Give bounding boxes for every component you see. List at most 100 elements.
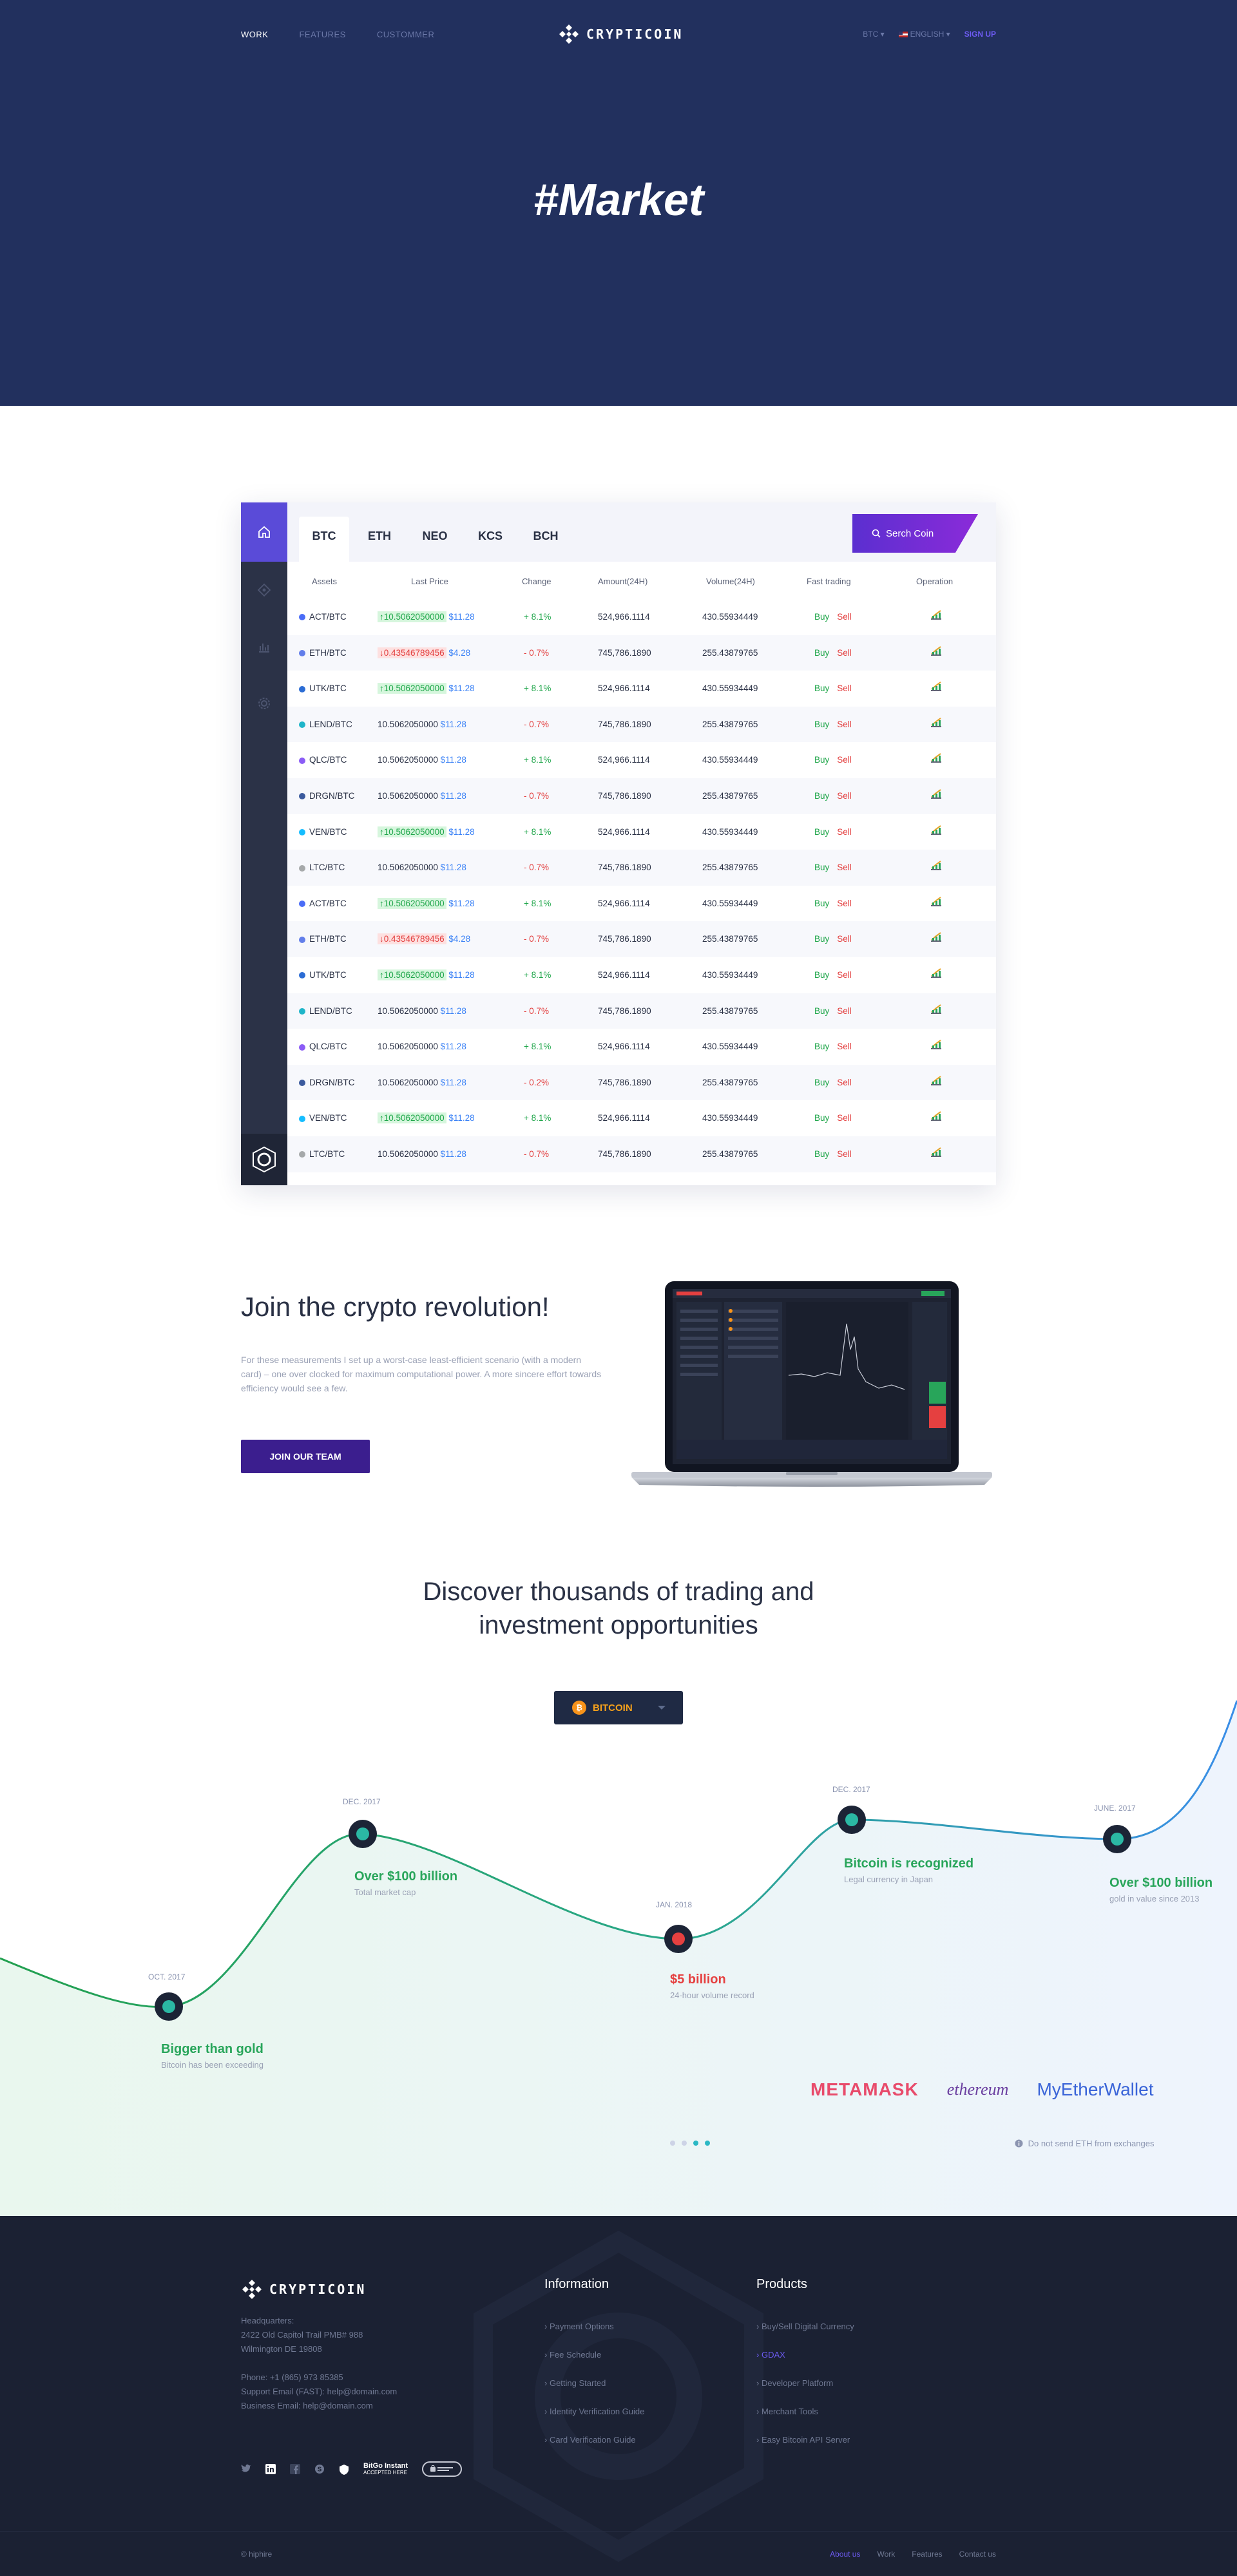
sell-button[interactable]: Sell bbox=[837, 755, 852, 765]
buy-button[interactable]: Buy bbox=[814, 720, 829, 729]
sell-button[interactable]: Sell bbox=[837, 1078, 852, 1087]
sell-button[interactable]: Sell bbox=[837, 863, 852, 872]
twitter-icon[interactable] bbox=[241, 2464, 251, 2474]
linkedin-icon[interactable] bbox=[265, 2464, 276, 2474]
buy-button[interactable]: Buy bbox=[814, 1042, 829, 1051]
ethereum-logo[interactable]: ethereum bbox=[947, 2080, 1009, 2099]
features-link[interactable]: Features bbox=[912, 2550, 942, 2559]
sell-button[interactable]: Sell bbox=[837, 934, 852, 944]
join-team-button[interactable]: JOIN OUR TEAM bbox=[241, 1440, 370, 1473]
sell-button[interactable]: Sell bbox=[837, 612, 852, 622]
tab-neo[interactable]: NEO bbox=[410, 517, 460, 562]
table-row[interactable]: DRGN/BTC 10.5062050000 $11.28 - 0.2% 745,78… bbox=[287, 1064, 996, 1101]
sell-button[interactable]: Sell bbox=[837, 1006, 852, 1016]
footer-link[interactable]: Developer Platform bbox=[756, 2369, 854, 2398]
trade-chart-icon[interactable] bbox=[930, 860, 942, 870]
work-link[interactable]: Work bbox=[877, 2550, 895, 2559]
milestone-marker-5[interactable] bbox=[1103, 1825, 1131, 1853]
carousel-dot-1[interactable] bbox=[670, 2141, 675, 2146]
buy-button[interactable]: Buy bbox=[814, 648, 829, 658]
buy-button[interactable]: Buy bbox=[814, 863, 829, 872]
buy-button[interactable]: Buy bbox=[814, 755, 829, 765]
footer-link[interactable]: Fee Schedule bbox=[544, 2341, 644, 2369]
trade-chart-icon[interactable] bbox=[930, 645, 942, 656]
milestone-marker-2[interactable] bbox=[349, 1820, 377, 1848]
buy-button[interactable]: Buy bbox=[814, 1149, 829, 1159]
buy-button[interactable]: Buy bbox=[814, 1006, 829, 1016]
milestone-marker-1[interactable] bbox=[155, 1992, 183, 2021]
sell-button[interactable]: Sell bbox=[837, 1113, 852, 1123]
buy-button[interactable]: Buy bbox=[814, 1113, 829, 1123]
search-coin-button[interactable]: Serch Coin bbox=[852, 514, 978, 553]
tab-btc[interactable]: BTC bbox=[299, 517, 349, 562]
carousel-dot-3[interactable] bbox=[693, 2141, 698, 2146]
milestone-marker-4[interactable] bbox=[838, 1806, 866, 1834]
buy-button[interactable]: Buy bbox=[814, 791, 829, 801]
coin-select[interactable]: ₿ BITCOIN bbox=[554, 1691, 683, 1724]
buy-button[interactable]: Buy bbox=[814, 612, 829, 622]
buy-button[interactable]: Buy bbox=[814, 970, 829, 980]
trade-chart-icon[interactable] bbox=[930, 1075, 942, 1085]
trade-chart-icon[interactable] bbox=[930, 968, 942, 978]
carousel-dot-4[interactable] bbox=[705, 2141, 710, 2146]
nav-link-customer[interactable]: CUSTOMMER bbox=[377, 30, 434, 39]
coin-badge-icon[interactable] bbox=[241, 1134, 287, 1185]
sell-button[interactable]: Sell bbox=[837, 648, 852, 658]
table-row[interactable]: LEND/BTC 10.5062050000 $11.28 - 0.7% 745,78… bbox=[287, 993, 996, 1029]
trade-chart-icon[interactable] bbox=[930, 1111, 942, 1121]
buy-button[interactable]: Buy bbox=[814, 899, 829, 908]
sell-button[interactable]: Sell bbox=[837, 683, 852, 693]
diamond-icon[interactable] bbox=[241, 562, 287, 618]
table-row[interactable]: LTC/BTC 10.5062050000 $11.28 - 0.7% 745,786… bbox=[287, 1136, 996, 1172]
contact-link[interactable]: Contact us bbox=[959, 2550, 996, 2559]
sell-button[interactable]: Sell bbox=[837, 1042, 852, 1051]
footer-link[interactable]: Card Verification Guide bbox=[544, 2426, 644, 2454]
table-row[interactable]: LEND/BTC 10.5062050000 $11.28 - 0.7% 745,78… bbox=[287, 706, 996, 743]
sell-button[interactable]: Sell bbox=[837, 791, 852, 801]
buy-button[interactable]: Buy bbox=[814, 1078, 829, 1087]
tab-bch[interactable]: BCH bbox=[521, 517, 571, 562]
sell-button[interactable]: Sell bbox=[837, 1149, 852, 1159]
table-row[interactable]: QLC/BTC 10.5062050000 $11.28 + 8.1% 524,966… bbox=[287, 742, 996, 778]
trade-chart-icon[interactable] bbox=[930, 1004, 942, 1014]
footer-link[interactable]: Buy/Sell Digital Currency bbox=[756, 2313, 854, 2341]
footer-link[interactable]: Getting Started bbox=[544, 2369, 644, 2398]
sell-button[interactable]: Sell bbox=[837, 720, 852, 729]
trade-chart-icon[interactable] bbox=[930, 609, 942, 620]
signup-link[interactable]: SIGN UP bbox=[964, 30, 996, 39]
table-row[interactable]: VEN/BTC ↑10.5062050000 $11.28 + 8.1% 524,96… bbox=[287, 814, 996, 850]
trade-chart-icon[interactable] bbox=[930, 1039, 942, 1049]
table-row[interactable]: ETH/BTC ↓0.43546789456 $4.28 - 0.7% 745,786… bbox=[287, 634, 996, 671]
trade-chart-icon[interactable] bbox=[930, 717, 942, 727]
sell-button[interactable]: Sell bbox=[837, 970, 852, 980]
buy-button[interactable]: Buy bbox=[814, 934, 829, 944]
table-row[interactable]: DRGN/BTC 10.5062050000 $11.28 - 0.7% 745,78… bbox=[287, 778, 996, 814]
trade-chart-icon[interactable] bbox=[930, 752, 942, 763]
carousel-dot-2[interactable] bbox=[682, 2141, 687, 2146]
footer-link[interactable]: Identity Verification Guide bbox=[544, 2398, 644, 2426]
trade-chart-icon[interactable] bbox=[930, 896, 942, 906]
about-link[interactable]: About us bbox=[830, 2550, 860, 2559]
facebook-icon[interactable] bbox=[290, 2464, 300, 2474]
bar-chart-icon[interactable] bbox=[241, 618, 287, 675]
myetherwallet-logo[interactable]: MyEtherWallet bbox=[1037, 2079, 1153, 2100]
trade-chart-icon[interactable] bbox=[930, 681, 942, 691]
sell-button[interactable]: Sell bbox=[837, 827, 852, 837]
language-select[interactable]: ENGLISH ▾ bbox=[898, 30, 950, 39]
table-row[interactable]: VEN/BTC ↑10.5062050000 $11.28 + 8.1% 524,96… bbox=[287, 1100, 996, 1136]
currency-select[interactable]: BTC ▾ bbox=[863, 30, 884, 39]
table-row[interactable]: ACT/BTC ↑10.5062050000 $11.28 + 8.1% 524,96… bbox=[287, 599, 996, 635]
footer-link[interactable]: Payment Options bbox=[544, 2313, 644, 2341]
footer-link[interactable]: Easy Bitcoin API Server bbox=[756, 2426, 854, 2454]
table-row[interactable]: ACT/BTC ↑10.5062050000 $11.28 + 8.1% 524,96… bbox=[287, 886, 996, 922]
trade-chart-icon[interactable] bbox=[930, 788, 942, 799]
table-row[interactable]: UTK/BTC ↑10.5062050000 $11.28 + 8.1% 524,96… bbox=[287, 671, 996, 707]
home-icon[interactable] bbox=[241, 502, 287, 562]
metamask-logo[interactable]: METAMASK bbox=[810, 2079, 919, 2100]
nav-link-features[interactable]: FEATURES bbox=[299, 30, 345, 39]
settings-icon[interactable] bbox=[241, 675, 287, 732]
buy-button[interactable]: Buy bbox=[814, 827, 829, 837]
tab-eth[interactable]: ETH bbox=[354, 517, 405, 562]
trade-chart-icon[interactable] bbox=[930, 931, 942, 942]
table-row[interactable]: ETH/BTC ↓0.43546789456 $4.28 - 0.7% 745,786… bbox=[287, 921, 996, 957]
